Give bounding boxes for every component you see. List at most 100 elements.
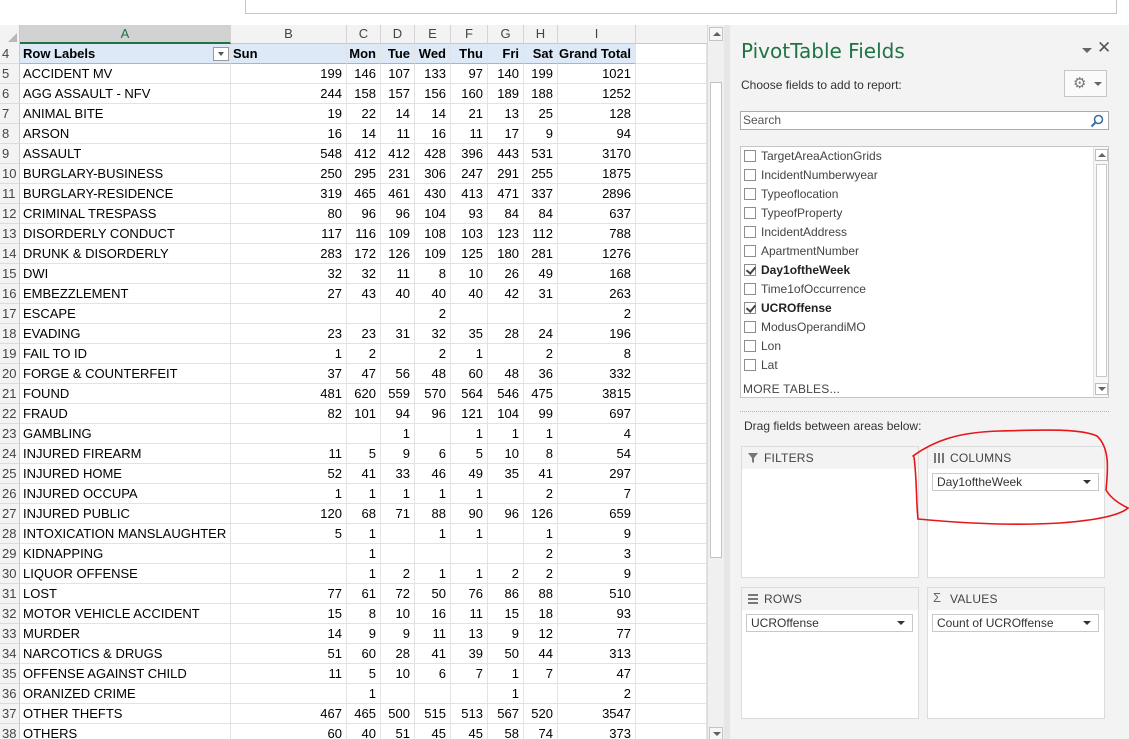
columns-field-pill[interactable]: Day1oftheWeek (932, 473, 1099, 491)
value-cell[interactable]: 36 (524, 364, 558, 384)
tools-button[interactable]: ⚙ (1064, 70, 1107, 97)
value-cell[interactable]: 39 (451, 644, 488, 664)
value-cell[interactable]: 5 (347, 664, 381, 684)
value-cell[interactable] (381, 684, 415, 704)
value-cell[interactable]: 2 (524, 344, 558, 364)
column-label-cell[interactable]: Grand Total (558, 44, 636, 64)
value-cell[interactable]: 14 (231, 624, 347, 644)
field-item-typeoflocation[interactable]: Typeoflocation (742, 185, 1092, 204)
field-item-lon[interactable]: Lon (742, 337, 1092, 356)
empty-cell[interactable] (636, 404, 707, 424)
row-number[interactable]: 25 (0, 464, 20, 484)
row-label-cell[interactable]: BURGLARY-BUSINESS (20, 164, 231, 184)
value-cell[interactable]: 461 (381, 184, 415, 204)
empty-cell[interactable] (636, 284, 707, 304)
value-cell[interactable] (415, 544, 451, 564)
scroll-up-arrow-icon[interactable] (1095, 149, 1108, 161)
row-number[interactable]: 4 (0, 44, 20, 64)
row-number[interactable]: 7 (0, 104, 20, 124)
row-number[interactable]: 12 (0, 204, 20, 224)
value-cell[interactable]: 8 (415, 264, 451, 284)
value-cell[interactable]: 28 (381, 644, 415, 664)
row-label-cell[interactable]: INJURED HOME (20, 464, 231, 484)
value-cell[interactable]: 637 (558, 204, 636, 224)
value-cell[interactable]: 413 (451, 184, 488, 204)
empty-cell[interactable] (636, 64, 707, 84)
row-label-cell[interactable]: EVADING (20, 324, 231, 344)
value-cell[interactable]: 22 (347, 104, 381, 124)
value-cell[interactable]: 1021 (558, 64, 636, 84)
row-label-cell[interactable]: EMBEZZLEMENT (20, 284, 231, 304)
value-cell[interactable]: 1 (451, 524, 488, 544)
value-cell[interactable]: 1 (451, 424, 488, 444)
row-label-cell[interactable]: ARSON (20, 124, 231, 144)
value-cell[interactable]: 93 (558, 604, 636, 624)
value-cell[interactable] (231, 304, 347, 324)
value-cell[interactable]: 37 (231, 364, 347, 384)
column-label-cell[interactable]: Sun (231, 44, 347, 64)
value-cell[interactable]: 443 (488, 144, 524, 164)
row-number[interactable]: 19 (0, 344, 20, 364)
value-cell[interactable] (415, 684, 451, 704)
value-cell[interactable]: 90 (451, 504, 488, 524)
value-cell[interactable]: 40 (451, 284, 488, 304)
value-cell[interactable]: 52 (231, 464, 347, 484)
values-field-pill[interactable]: Count of UCROffense (932, 614, 1099, 632)
value-cell[interactable]: 6 (415, 444, 451, 464)
value-cell[interactable]: 76 (451, 584, 488, 604)
value-cell[interactable]: 2 (558, 684, 636, 704)
row-label-cell[interactable]: INJURED FIREARM (20, 444, 231, 464)
field-item-typeofproperty[interactable]: TypeofProperty (742, 204, 1092, 223)
value-cell[interactable]: 14 (381, 104, 415, 124)
value-cell[interactable]: 35 (451, 324, 488, 344)
empty-cell[interactable] (636, 504, 707, 524)
value-cell[interactable]: 2 (347, 344, 381, 364)
value-cell[interactable] (231, 564, 347, 584)
value-cell[interactable]: 465 (347, 184, 381, 204)
row-number[interactable]: 34 (0, 644, 20, 664)
row-number[interactable]: 23 (0, 424, 20, 444)
value-cell[interactable]: 13 (488, 104, 524, 124)
row-number[interactable]: 35 (0, 664, 20, 684)
column-header-h[interactable]: H (524, 25, 558, 44)
value-cell[interactable]: 24 (524, 324, 558, 344)
value-cell[interactable] (381, 544, 415, 564)
value-cell[interactable] (488, 344, 524, 364)
field-item-time1ofoccurrence[interactable]: Time1ofOccurrence (742, 280, 1092, 299)
value-cell[interactable]: 11 (381, 124, 415, 144)
value-cell[interactable]: 1 (451, 564, 488, 584)
value-cell[interactable]: 27 (231, 284, 347, 304)
empty-cell[interactable] (636, 724, 707, 739)
value-cell[interactable]: 295 (347, 164, 381, 184)
value-cell[interactable]: 123 (488, 224, 524, 244)
value-cell[interactable]: 1 (415, 524, 451, 544)
value-cell[interactable]: 54 (558, 444, 636, 464)
empty-cell[interactable] (636, 644, 707, 664)
row-number[interactable]: 9 (0, 144, 20, 164)
value-cell[interactable] (451, 544, 488, 564)
empty-cell[interactable] (636, 444, 707, 464)
value-cell[interactable]: 28 (488, 324, 524, 344)
row-number[interactable]: 30 (0, 564, 20, 584)
row-label-cell[interactable]: BURGLARY-RESIDENCE (20, 184, 231, 204)
empty-cell[interactable] (636, 484, 707, 504)
values-area[interactable]: Σ VALUES Count of UCROffense (927, 587, 1105, 719)
value-cell[interactable]: 104 (488, 404, 524, 424)
value-cell[interactable]: 40 (415, 284, 451, 304)
value-cell[interactable]: 47 (558, 664, 636, 684)
value-cell[interactable]: 199 (524, 64, 558, 84)
checkbox-icon[interactable] (744, 359, 756, 371)
value-cell[interactable]: 5 (451, 444, 488, 464)
empty-cell[interactable] (636, 684, 707, 704)
filter-dropdown-icon[interactable] (213, 47, 229, 61)
row-number[interactable]: 38 (0, 724, 20, 739)
field-item-day1oftheweek[interactable]: Day1oftheWeek (742, 261, 1092, 280)
value-cell[interactable]: 9 (381, 624, 415, 644)
value-cell[interactable]: 1252 (558, 84, 636, 104)
value-cell[interactable]: 32 (347, 264, 381, 284)
value-cell[interactable]: 10 (451, 264, 488, 284)
value-cell[interactable]: 500 (381, 704, 415, 724)
value-cell[interactable]: 49 (451, 464, 488, 484)
value-cell[interactable]: 146 (347, 64, 381, 84)
checkbox-icon[interactable] (744, 226, 756, 238)
